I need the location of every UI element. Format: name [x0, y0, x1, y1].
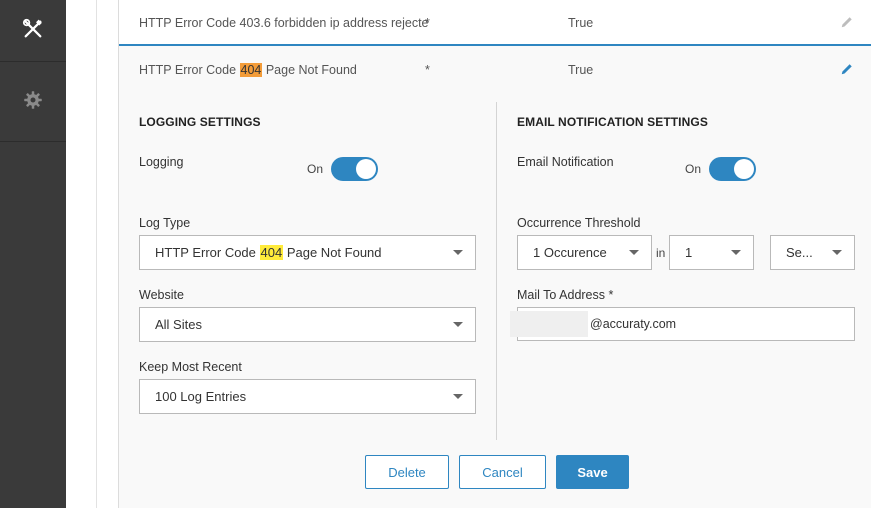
search-highlight: 404	[259, 245, 284, 260]
occurrence-count-select[interactable]: 1	[669, 235, 754, 270]
log-type-prefix: HTTP Error Code	[155, 245, 260, 260]
pencil-icon	[840, 15, 854, 32]
chevron-down-icon	[453, 394, 463, 399]
search-highlight: 404	[239, 63, 263, 77]
delete-button[interactable]: Delete	[365, 455, 449, 489]
count-value: 1	[685, 245, 693, 260]
row-name: HTTP Error Code 403.6 forbidden ip addre…	[139, 16, 429, 30]
mail-to-input[interactable]: @accuraty.com	[510, 307, 855, 341]
row-value: True	[568, 16, 594, 30]
website-value: All Sites	[155, 317, 202, 332]
table-row-expanded[interactable]: HTTP Error Code 404 Page Not Found * Tru…	[119, 46, 871, 94]
gutter-divider	[96, 0, 97, 508]
chevron-down-icon	[453, 250, 463, 255]
redacted-text	[510, 311, 588, 337]
sidebar-item-tools[interactable]	[0, 0, 66, 62]
logging-settings-title: LOGGING SETTINGS	[139, 115, 261, 129]
occurrence-threshold-label: Occurrence Threshold	[517, 216, 641, 230]
email-settings-title: EMAIL NOTIFICATION SETTINGS	[517, 115, 708, 129]
edit-button[interactable]	[839, 46, 855, 94]
gear-icon	[23, 90, 43, 113]
keep-most-recent-value: 100 Log Entries	[155, 389, 247, 404]
pencil-icon	[840, 62, 854, 79]
occurrence-select[interactable]: 1 Occurence	[517, 235, 652, 270]
occurrence-unit-select[interactable]: Se...	[770, 235, 855, 270]
left-gutter	[66, 0, 118, 508]
main-panel: HTTP Error Code 403.6 forbidden ip addre…	[118, 0, 871, 508]
email-notification-toggle[interactable]	[709, 157, 756, 181]
keep-most-recent-select[interactable]: 100 Log Entries	[139, 379, 476, 414]
chevron-down-icon	[731, 250, 741, 255]
logging-toggle[interactable]	[331, 157, 378, 181]
email-notification-label: Email Notification	[517, 155, 614, 169]
sidebar-item-settings[interactable]	[0, 62, 66, 142]
log-type-suffix: Page Not Found	[283, 245, 382, 260]
keep-most-recent-label: Keep Most Recent	[139, 360, 242, 374]
row-name-prefix: HTTP Error Code	[139, 63, 240, 77]
row-required-star: *	[425, 16, 430, 30]
occurrence-value: 1 Occurence	[533, 245, 607, 260]
mail-to-label: Mail To Address *	[517, 288, 614, 302]
log-type-select[interactable]: HTTP Error Code 404 Page Not Found	[139, 235, 476, 270]
row-name-suffix: Page Not Found	[262, 63, 357, 77]
email-toggle-text: On	[685, 162, 702, 176]
chevron-down-icon	[453, 322, 463, 327]
detail-panel: LOGGING SETTINGS Logging On Log Type HTT…	[119, 94, 871, 508]
section-divider	[496, 102, 497, 440]
logging-toggle-text: On	[307, 162, 324, 176]
mail-to-value: @accuraty.com	[590, 317, 677, 331]
unit-value: Se...	[786, 245, 813, 260]
log-type-label: Log Type	[139, 216, 191, 230]
logging-label: Logging	[139, 155, 184, 169]
website-select[interactable]: All Sites	[139, 307, 476, 342]
cancel-button[interactable]: Cancel	[459, 455, 546, 489]
tools-icon	[22, 18, 44, 43]
sidebar	[0, 0, 66, 508]
toggle-knob	[356, 159, 376, 179]
row-name: HTTP Error Code 404 Page Not Found	[139, 46, 357, 94]
chevron-down-icon	[832, 250, 842, 255]
in-text: in	[656, 246, 666, 260]
row-required-star: *	[425, 63, 430, 77]
edit-button[interactable]	[839, 2, 855, 44]
toggle-knob	[734, 159, 754, 179]
chevron-down-icon	[629, 250, 639, 255]
website-label: Website	[139, 288, 184, 302]
table-row[interactable]: HTTP Error Code 403.6 forbidden ip addre…	[119, 2, 871, 46]
save-button[interactable]: Save	[556, 455, 629, 489]
row-value: True	[568, 63, 594, 77]
